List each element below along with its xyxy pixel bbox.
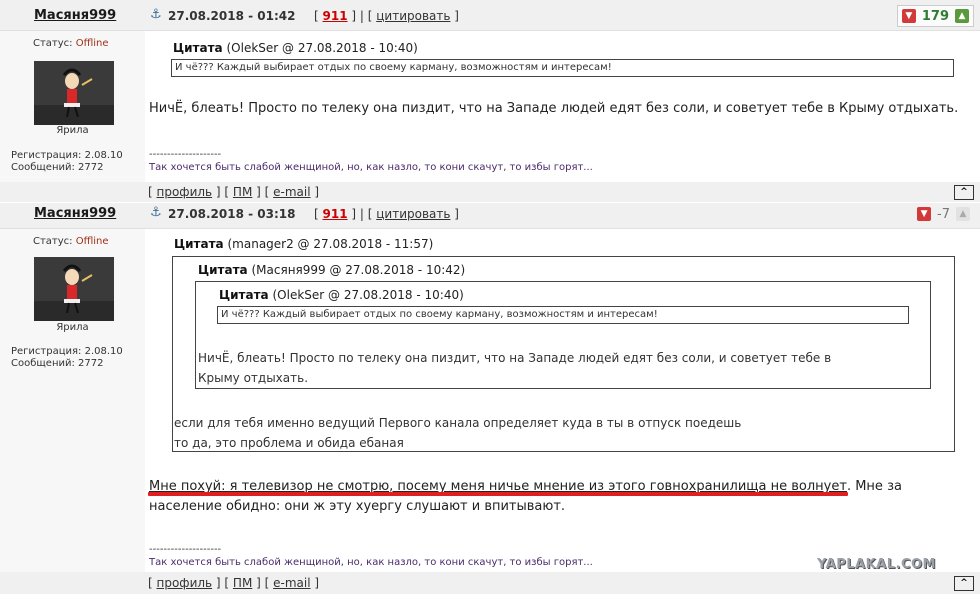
- status-value: Offline: [75, 38, 109, 49]
- footer-links: [ профиль ] [ ПМ ] [ e-mail ]: [148, 185, 320, 199]
- deep-quote-text: И чё??? Каждый выбирает отдых по своему …: [221, 309, 658, 320]
- deep-quote-box: И чё??? Каждый выбирает отдых по своему …: [217, 306, 909, 324]
- signature-separator: --------------------: [149, 544, 222, 555]
- signature-separator: --------------------: [149, 149, 222, 160]
- quote-link[interactable]: цитировать: [376, 9, 450, 23]
- avatar[interactable]: [34, 257, 114, 321]
- pm-link[interactable]: ПМ: [233, 576, 252, 590]
- user-stats: Регистрация: 2.08.10 Сообщений: 2772: [11, 150, 123, 174]
- post-number-link[interactable]: 911: [323, 207, 348, 221]
- post-number-link[interactable]: 911: [323, 9, 348, 23]
- post-header: Масяня999 ⚓ 27.08.2018 - 01:42 [ 911 ] |…: [0, 0, 980, 31]
- nested-quote-box: Цитата (OlekSer @ 27.08.2018 - 10:40) И …: [195, 281, 931, 389]
- user-title: Ярила: [56, 125, 89, 136]
- red-highlight-underline: [148, 492, 848, 496]
- quote-header: Цитата (OlekSer @ 27.08.2018 - 10:40): [173, 41, 418, 55]
- message-count: Сообщений: 2772: [11, 358, 104, 369]
- post-footer: [ профиль ] [ ПМ ] [ e-mail ] ^: [0, 182, 980, 202]
- post-header: Масяня999 ⚓ 27.08.2018 - 03:18 [ 911 ] |…: [0, 203, 980, 229]
- author-link[interactable]: Масяня999: [34, 206, 116, 221]
- anchor-icon[interactable]: ⚓: [150, 205, 162, 220]
- deep-quote-header: Цитата (OlekSer @ 27.08.2018 - 10:40): [219, 288, 464, 302]
- post-date: 27.08.2018 - 03:18: [168, 207, 296, 221]
- status-line: Статус: Offline: [33, 236, 109, 247]
- post-content: Цитата (manager2 @ 27.08.2018 - 11:57) Ц…: [146, 229, 980, 572]
- scroll-top-icon[interactable]: ^: [954, 185, 974, 200]
- pm-link[interactable]: ПМ: [233, 185, 252, 199]
- message-count: Сообщений: 2772: [11, 162, 104, 173]
- thumb-up-icon[interactable]: ▲: [956, 207, 970, 221]
- thumb-up-icon[interactable]: ▲: [955, 9, 969, 23]
- rating-score: -7: [937, 206, 950, 222]
- post-2: Масяня999 ⚓ 27.08.2018 - 03:18 [ 911 ] |…: [0, 203, 980, 594]
- post-body: НичЁ, блеать! Просто по телеку она пизди…: [149, 101, 959, 116]
- post-actions: [ 911 ] | [ цитировать ]: [314, 9, 459, 23]
- author-link[interactable]: Масяня999: [34, 8, 116, 23]
- scroll-top-icon[interactable]: ^: [954, 576, 974, 591]
- registration-date: Регистрация: 2.08.10: [11, 150, 123, 161]
- post-body: Мне похуй: я телевизор не смотрю, посему…: [149, 479, 902, 514]
- status-value: Offline: [75, 236, 109, 247]
- rating-score: 179: [921, 8, 949, 24]
- author-sidebar: Статус: Offline Ярила Регистрация: 2.08.…: [0, 229, 145, 572]
- user-title: Ярила: [56, 322, 89, 333]
- quote-text: И чё??? Каждый выбирает отдых по своему …: [175, 62, 612, 73]
- nested-quote-text: НичЁ, блеать! Просто по телеку она пизди…: [198, 351, 832, 385]
- anchor-icon[interactable]: ⚓: [150, 7, 162, 22]
- post-actions: [ 911 ] | [ цитировать ]: [314, 207, 459, 221]
- email-link[interactable]: e-mail: [273, 576, 310, 590]
- registration-date: Регистрация: 2.08.10: [11, 346, 123, 357]
- rating-box: ▼ -7 ▲: [913, 204, 974, 224]
- site-watermark: YAPLAKAL.COM: [817, 557, 936, 572]
- post-content: Цитата (OlekSer @ 27.08.2018 - 10:40) И …: [146, 31, 980, 182]
- user-stats: Регистрация: 2.08.10 Сообщений: 2772: [11, 346, 123, 370]
- quote-header: Цитата (manager2 @ 27.08.2018 - 11:57): [174, 237, 434, 251]
- thumb-down-icon[interactable]: ▼: [917, 207, 932, 221]
- rating-box: ▼ 179 ▲: [896, 5, 974, 27]
- signature: Так хочется быть слабой женщиной, но, ка…: [149, 162, 593, 173]
- quote-box: И чё??? Каждый выбирает отдых по своему …: [171, 59, 954, 77]
- profile-link[interactable]: профиль: [157, 576, 213, 590]
- post-1: Масяня999 ⚓ 27.08.2018 - 01:42 [ 911 ] |…: [0, 0, 980, 203]
- quote-link[interactable]: цитировать: [376, 207, 450, 221]
- nested-quote-header: Цитата (Масяня999 @ 27.08.2018 - 10:42): [198, 263, 466, 277]
- post-footer: [ профиль ] [ ПМ ] [ e-mail ] ^: [0, 572, 980, 594]
- email-link[interactable]: e-mail: [273, 185, 310, 199]
- author-sidebar: Статус: Offline Ярила Регистрация: 2.08.…: [0, 31, 145, 182]
- profile-link[interactable]: профиль: [157, 185, 213, 199]
- signature: Так хочется быть слабой женщиной, но, ка…: [149, 557, 593, 568]
- quote-box: Цитата (Масяня999 @ 27.08.2018 - 10:42) …: [172, 256, 955, 452]
- post-date: 27.08.2018 - 01:42: [168, 9, 296, 23]
- avatar[interactable]: [34, 61, 114, 125]
- status-line: Статус: Offline: [33, 38, 109, 49]
- thumb-down-icon[interactable]: ▼: [901, 9, 916, 23]
- quote-text: если для тебя именно ведущий Первого кан…: [174, 416, 742, 450]
- footer-links: [ профиль ] [ ПМ ] [ e-mail ]: [148, 576, 320, 590]
